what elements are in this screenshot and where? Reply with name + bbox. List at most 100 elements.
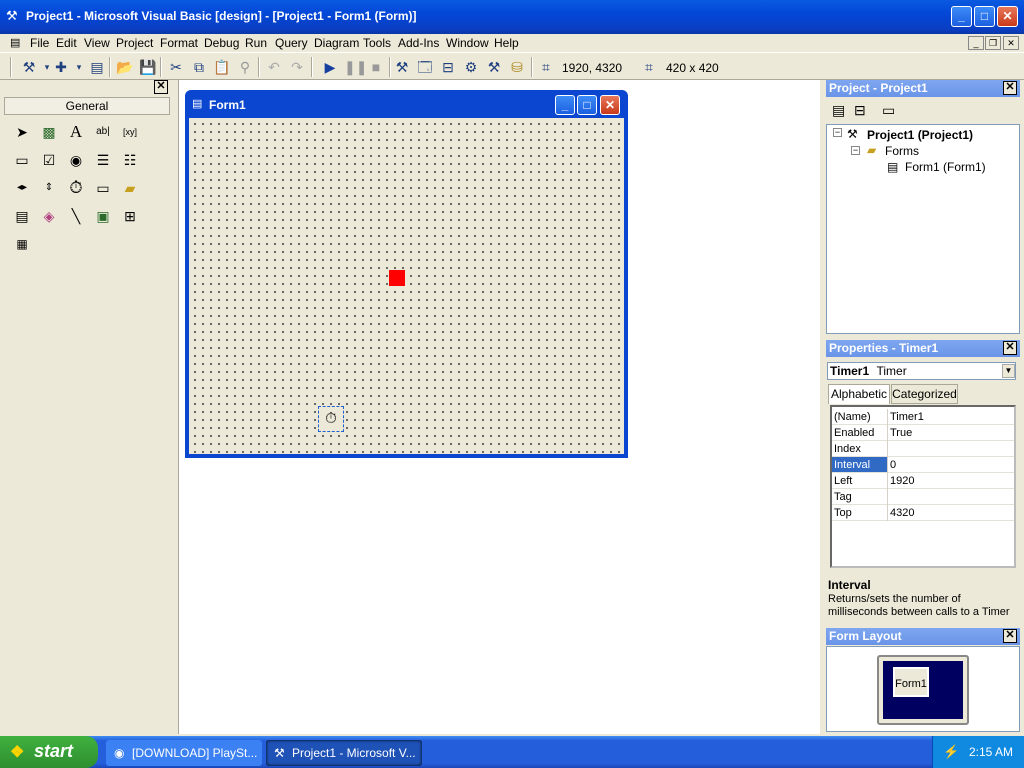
property-row[interactable]: (Name) Timer1 [832, 409, 1014, 425]
start-icon[interactable]: ▶ [321, 58, 339, 76]
toggle-folders-icon[interactable]: ▭ [882, 102, 895, 119]
view-object-icon[interactable]: ⊟ [854, 102, 866, 119]
properties-close-button[interactable]: ✕ [1003, 341, 1017, 355]
dirlistbox-tool-icon[interactable]: ▰ [119, 177, 141, 199]
property-row[interactable]: Enabled True [832, 425, 1014, 441]
vb-app-icon[interactable]: ⚒ [6, 8, 18, 24]
ole-tool-icon[interactable]: ▦ [11, 233, 33, 255]
label-tool-icon[interactable]: A [65, 121, 87, 143]
minimize-button[interactable]: _ [951, 6, 972, 27]
textbox-tool-icon[interactable]: ab| [92, 121, 114, 143]
property-value[interactable]: Timer1 [890, 411, 924, 423]
view-code-icon[interactable]: ▤ [832, 102, 845, 119]
filelistbox-tool-icon[interactable]: ▤ [11, 205, 33, 227]
combobox-tool-icon[interactable]: ☰ [92, 149, 114, 171]
property-value[interactable]: 4320 [890, 507, 914, 519]
dropdown-arrow-icon[interactable]: ▾ [70, 58, 88, 76]
menu-query[interactable]: Query [275, 36, 308, 50]
shape-tool-icon[interactable]: ◈ [38, 205, 60, 227]
tree-collapse-icon[interactable]: − [833, 128, 842, 137]
property-row-selected[interactable]: Interval 0 [832, 457, 1014, 473]
property-row[interactable]: Left 1920 [832, 473, 1014, 489]
project-explorer-icon[interactable]: ⚒ [393, 58, 411, 76]
property-value[interactable]: 1920 [890, 475, 914, 487]
shape-control[interactable] [389, 270, 405, 286]
object-browser-icon[interactable]: ⚙ [462, 58, 480, 76]
project-close-button[interactable]: ✕ [1003, 81, 1017, 95]
taskbar-item-vb[interactable]: ⚒ Project1 - Microsoft V... [266, 740, 422, 766]
hscrollbar-tool-icon[interactable]: ◂▸ [11, 177, 33, 199]
redo-icon[interactable]: ↷ [288, 58, 306, 76]
menu-diagram[interactable]: Diagram [314, 36, 359, 50]
menu-help[interactable]: Help [494, 36, 519, 50]
menu-run[interactable]: Run [245, 36, 267, 50]
paste-icon[interactable]: 📋 [213, 58, 231, 76]
copy-icon[interactable]: ⧉ [190, 58, 208, 76]
close-button[interactable]: ✕ [997, 6, 1018, 27]
menu-edit[interactable]: Edit [56, 36, 77, 50]
listbox-tool-icon[interactable]: ☷ [119, 149, 141, 171]
checkbox-tool-icon[interactable]: ☑ [38, 149, 60, 171]
property-row[interactable]: Index [832, 441, 1014, 457]
form-layout-icon[interactable]: ⊟ [439, 58, 457, 76]
add-project-icon[interactable]: ⚒ [20, 58, 38, 76]
optionbutton-tool-icon[interactable]: ◉ [65, 149, 87, 171]
save-project-icon[interactable]: 💾 [139, 58, 157, 76]
pointer-tool-icon[interactable]: ➤ [11, 121, 33, 143]
open-project-icon[interactable]: 📂 [116, 58, 134, 76]
property-row[interactable]: Tag [832, 489, 1014, 505]
network-icon[interactable]: ⚡ [943, 744, 959, 760]
start-button[interactable]: ❖ start [0, 736, 98, 768]
vscrollbar-tool-icon[interactable]: ⇕ [38, 177, 60, 199]
menu-window[interactable]: Window [446, 36, 489, 50]
frame-tool-icon[interactable]: [xy] [119, 121, 141, 143]
timer-tool-icon[interactable]: ⏱ [65, 177, 87, 199]
menu-debug[interactable]: Debug [204, 36, 239, 50]
toolbox-icon[interactable]: ⚒ [485, 58, 503, 76]
object-selector[interactable]: Timer1 Timer ▼ [827, 362, 1016, 380]
tree-form1-node[interactable]: Form1 (Form1) [905, 160, 986, 174]
form-layout-form[interactable]: Form1 [893, 667, 929, 697]
timer-control[interactable]: ⏱ [318, 406, 344, 432]
add-form-icon[interactable]: ✚ [52, 58, 70, 76]
menu-file[interactable]: File [30, 36, 49, 50]
property-row[interactable]: Top 4320 [832, 505, 1014, 521]
clock[interactable]: 2:15 AM [969, 745, 1013, 759]
tree-collapse-icon[interactable]: − [851, 146, 860, 155]
break-icon[interactable]: ❚❚ [344, 58, 367, 76]
form-layout-close-button[interactable]: ✕ [1003, 629, 1017, 643]
toolbox-close-button[interactable]: ✕ [154, 80, 168, 94]
line-tool-icon[interactable]: ╲ [65, 205, 87, 227]
mdi-minimize-button[interactable]: _ [968, 36, 984, 50]
menu-tools[interactable]: Tools [363, 36, 391, 50]
tab-alphabetic[interactable]: Alphabetic [828, 384, 890, 404]
end-icon[interactable]: ■ [367, 58, 385, 76]
menu-format[interactable]: Format [160, 36, 198, 50]
mdi-restore-button[interactable]: ❐ [985, 36, 1001, 50]
menu-project[interactable]: Project [116, 36, 153, 50]
tree-forms-folder[interactable]: Forms [885, 144, 919, 158]
menu-add-ins[interactable]: Add-Ins [398, 36, 439, 50]
toolbox-tab-general[interactable]: General [4, 97, 170, 115]
form-system-icon[interactable]: ▤ [10, 36, 20, 49]
tab-categorized[interactable]: Categorized [891, 384, 958, 404]
form-minimize-button[interactable]: _ [555, 95, 575, 115]
drivelistbox-tool-icon[interactable]: ▭ [92, 177, 114, 199]
data-view-icon[interactable]: ⛁ [508, 58, 526, 76]
properties-window-icon[interactable]: 🗔 [416, 58, 434, 76]
form-close-button[interactable]: ✕ [600, 95, 620, 115]
menu-editor-icon[interactable]: ▤ [88, 58, 106, 76]
image-tool-icon[interactable]: ▣ [92, 205, 114, 227]
undo-icon[interactable]: ↶ [265, 58, 283, 76]
tree-project-node[interactable]: Project1 (Project1) [867, 128, 973, 142]
maximize-button[interactable]: □ [974, 6, 995, 27]
form-design-surface[interactable] [189, 118, 624, 454]
cut-icon[interactable]: ✂ [167, 58, 185, 76]
mdi-close-button[interactable]: ✕ [1003, 36, 1019, 50]
menu-view[interactable]: View [84, 36, 110, 50]
property-value[interactable]: 0 [890, 459, 896, 471]
form-maximize-button[interactable]: □ [577, 95, 597, 115]
commandbutton-tool-icon[interactable]: ▭ [11, 149, 33, 171]
chevron-down-icon[interactable]: ▼ [1002, 364, 1015, 378]
find-icon[interactable]: ⚲ [236, 58, 254, 76]
